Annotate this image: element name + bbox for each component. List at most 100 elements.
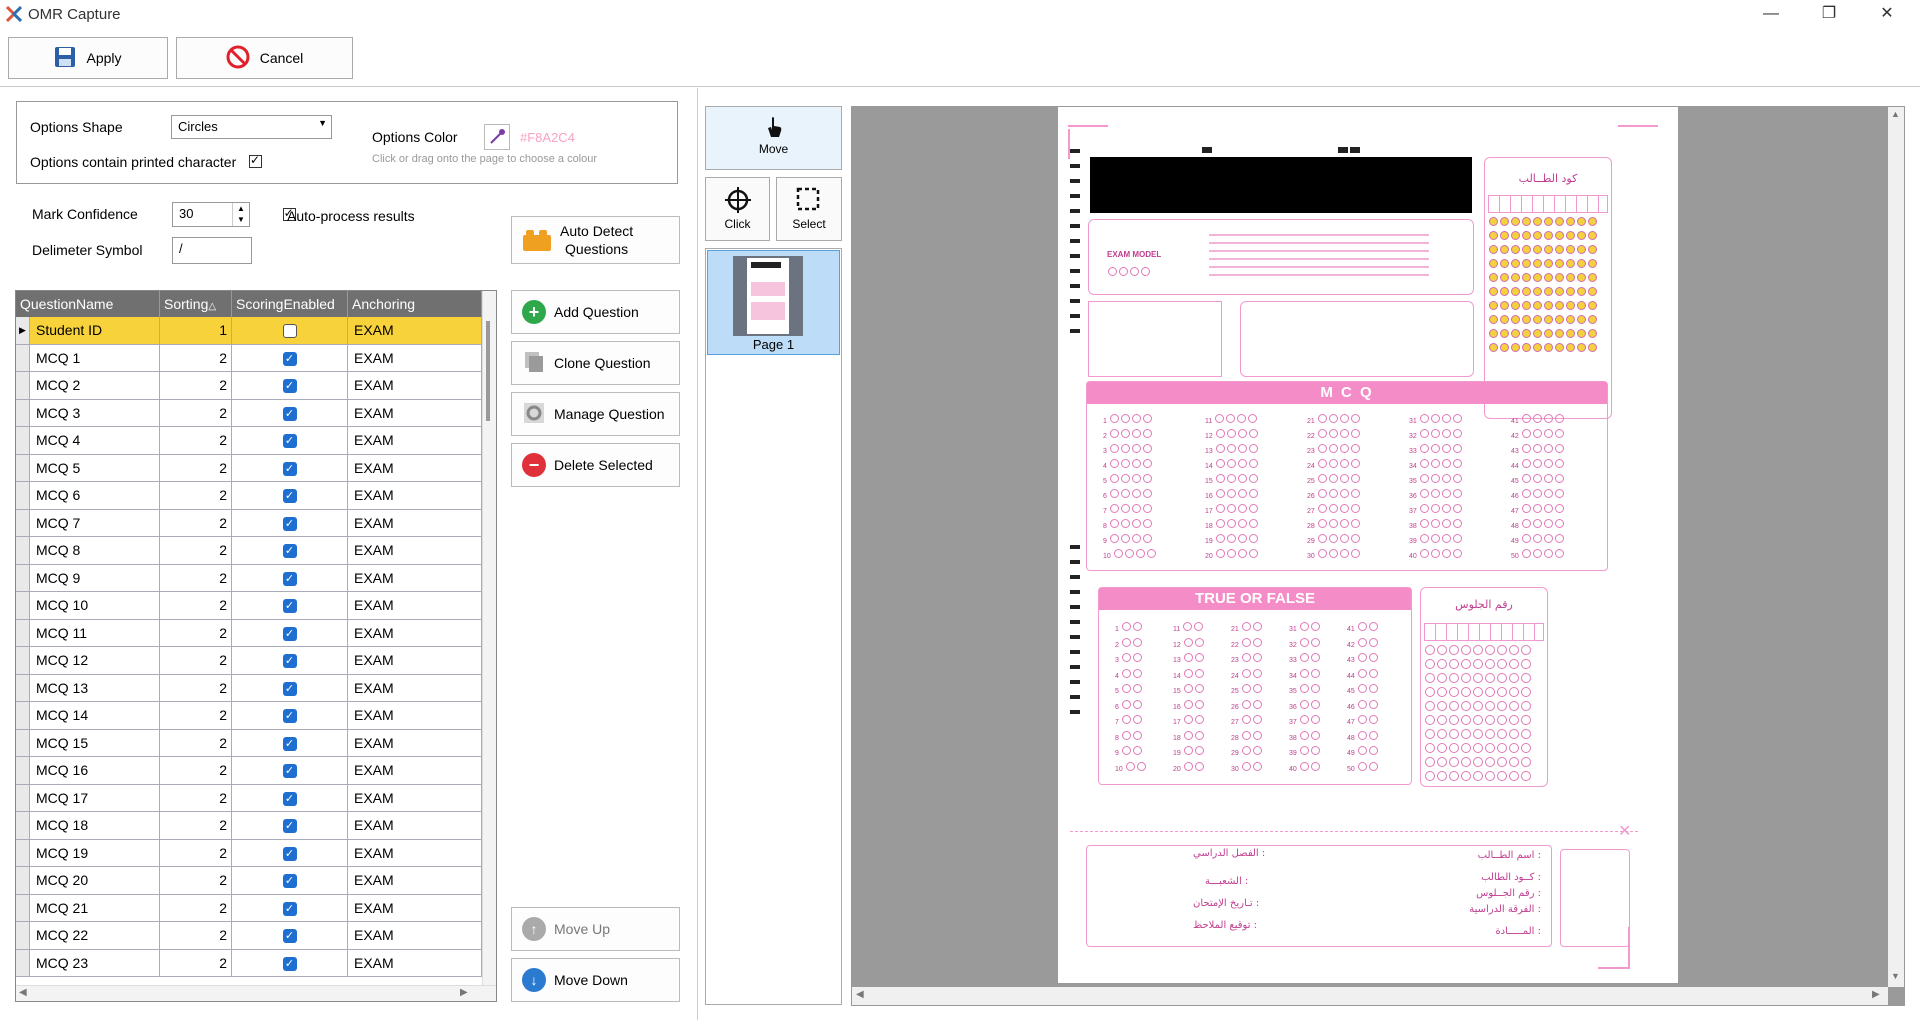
move-up-button[interactable]: ↑ Move Up bbox=[511, 907, 680, 951]
select-tool-button[interactable]: Select bbox=[776, 177, 842, 241]
cell-sorting[interactable]: 2 bbox=[160, 537, 232, 564]
viewer-horizontal-scrollbar[interactable]: ◀ ▶ bbox=[852, 987, 1888, 1005]
cell-sorting[interactable]: 2 bbox=[160, 839, 232, 866]
row-header[interactable] bbox=[16, 399, 30, 426]
row-header[interactable] bbox=[16, 372, 30, 399]
cell-sorting[interactable]: 2 bbox=[160, 344, 232, 371]
scoring-checkbox[interactable]: ✓ bbox=[282, 351, 297, 366]
row-header[interactable] bbox=[16, 427, 30, 454]
cell-anchoring[interactable]: EXAM bbox=[348, 949, 482, 976]
cell-anchoring[interactable]: EXAM bbox=[348, 922, 482, 949]
cell-sorting[interactable]: 2 bbox=[160, 592, 232, 619]
cell-anchoring[interactable]: EXAM bbox=[348, 592, 482, 619]
table-row[interactable]: MCQ 13 2 ✓ EXAM bbox=[16, 674, 482, 702]
scoring-checkbox[interactable]: ✓ bbox=[282, 516, 297, 531]
cell-question-name[interactable]: MCQ 8 bbox=[30, 537, 160, 564]
cell-question-name[interactable]: MCQ 7 bbox=[30, 509, 160, 536]
page-viewer[interactable]: EXAM MODEL كود الطــالب M C Q 1 2 3 4 5 … bbox=[851, 106, 1905, 1006]
mark-confidence-input[interactable]: 30 ▲ ▼ bbox=[172, 202, 250, 227]
scoring-checkbox[interactable]: ✓ bbox=[282, 654, 297, 669]
scroll-down-icon[interactable]: ▼ bbox=[1891, 971, 1900, 981]
cell-anchoring[interactable]: EXAM bbox=[348, 537, 482, 564]
scoring-checkbox[interactable]: ✓ bbox=[282, 929, 297, 944]
cell-scoring-enabled[interactable]: ✓ bbox=[232, 922, 348, 949]
scoring-checkbox[interactable]: ✓ bbox=[282, 846, 297, 861]
cell-scoring-enabled[interactable]: ✓ bbox=[232, 812, 348, 839]
col-questionname[interactable]: QuestionName bbox=[16, 291, 160, 317]
move-tool-button[interactable]: Move bbox=[705, 106, 842, 170]
scoring-checkbox[interactable]: ✓ bbox=[282, 571, 297, 586]
row-header[interactable]: ▶ bbox=[16, 317, 30, 344]
table-row[interactable]: MCQ 7 2 ✓ EXAM bbox=[16, 509, 482, 537]
cell-sorting[interactable]: 2 bbox=[160, 922, 232, 949]
table-row[interactable]: MCQ 12 2 ✓ EXAM bbox=[16, 647, 482, 675]
cell-scoring-enabled[interactable]: ✓ bbox=[232, 509, 348, 536]
row-header[interactable] bbox=[16, 454, 30, 481]
scroll-right-icon[interactable]: ▶ bbox=[460, 987, 468, 998]
cell-scoring-enabled[interactable]: ✓ bbox=[232, 839, 348, 866]
minimize-button[interactable]: — bbox=[1742, 0, 1800, 28]
row-header[interactable] bbox=[16, 839, 30, 866]
scoring-checkbox[interactable]: ✓ bbox=[282, 489, 297, 504]
cell-sorting[interactable]: 2 bbox=[160, 757, 232, 784]
cell-sorting[interactable]: 2 bbox=[160, 812, 232, 839]
scoring-checkbox[interactable]: ✓ bbox=[282, 956, 297, 971]
cell-anchoring[interactable]: EXAM bbox=[348, 647, 482, 674]
scroll-left-icon[interactable]: ◀ bbox=[19, 987, 27, 998]
cell-sorting[interactable]: 2 bbox=[160, 399, 232, 426]
cell-scoring-enabled[interactable]: ✓ bbox=[232, 564, 348, 591]
cell-question-name[interactable]: MCQ 6 bbox=[30, 482, 160, 509]
scoring-checkbox[interactable] bbox=[282, 324, 297, 339]
row-header[interactable] bbox=[16, 784, 30, 811]
cell-question-name[interactable]: MCQ 13 bbox=[30, 674, 160, 701]
cell-scoring-enabled[interactable]: ✓ bbox=[232, 427, 348, 454]
printed-character-checkbox[interactable] bbox=[249, 153, 262, 168]
row-header[interactable] bbox=[16, 619, 30, 646]
row-header[interactable] bbox=[16, 812, 30, 839]
table-row[interactable]: MCQ 22 2 ✓ EXAM bbox=[16, 922, 482, 950]
viewer-scroll-left-icon[interactable]: ◀ bbox=[856, 989, 864, 1000]
manage-question-button[interactable]: Manage Question bbox=[511, 392, 680, 436]
viewer-scroll-right-icon[interactable]: ▶ bbox=[1872, 989, 1880, 1000]
apply-button[interactable]: Apply bbox=[8, 37, 168, 79]
table-row[interactable]: MCQ 10 2 ✓ EXAM bbox=[16, 592, 482, 620]
col-anchoring[interactable]: Anchoring bbox=[348, 291, 482, 317]
cell-question-name[interactable]: MCQ 20 bbox=[30, 867, 160, 894]
cell-sorting[interactable]: 2 bbox=[160, 702, 232, 729]
cell-sorting[interactable]: 2 bbox=[160, 454, 232, 481]
cell-sorting[interactable]: 2 bbox=[160, 784, 232, 811]
cell-anchoring[interactable]: EXAM bbox=[348, 839, 482, 866]
cell-scoring-enabled[interactable]: ✓ bbox=[232, 894, 348, 921]
cell-anchoring[interactable]: EXAM bbox=[348, 729, 482, 756]
cell-anchoring[interactable]: EXAM bbox=[348, 399, 482, 426]
cell-scoring-enabled[interactable]: ✓ bbox=[232, 784, 348, 811]
cell-scoring-enabled[interactable]: ✓ bbox=[232, 537, 348, 564]
row-header[interactable] bbox=[16, 702, 30, 729]
cell-sorting[interactable]: 2 bbox=[160, 867, 232, 894]
close-button[interactable]: ✕ bbox=[1858, 0, 1916, 28]
cell-question-name[interactable]: MCQ 4 bbox=[30, 427, 160, 454]
cell-question-name[interactable]: MCQ 21 bbox=[30, 894, 160, 921]
scoring-checkbox[interactable]: ✓ bbox=[282, 434, 297, 449]
cell-sorting[interactable]: 2 bbox=[160, 564, 232, 591]
cell-scoring-enabled[interactable]: ✓ bbox=[232, 454, 348, 481]
cell-anchoring[interactable]: EXAM bbox=[348, 317, 482, 344]
cell-sorting[interactable]: 2 bbox=[160, 619, 232, 646]
col-scoringenabled[interactable]: ScoringEnabled bbox=[232, 291, 348, 317]
table-row[interactable]: MCQ 15 2 ✓ EXAM bbox=[16, 729, 482, 757]
vertical-scrollbar[interactable] bbox=[482, 291, 496, 985]
cell-sorting[interactable]: 2 bbox=[160, 372, 232, 399]
cell-question-name[interactable]: MCQ 9 bbox=[30, 564, 160, 591]
page-thumbnail-1[interactable]: Page 1 bbox=[707, 250, 840, 355]
cell-question-name[interactable]: MCQ 15 bbox=[30, 729, 160, 756]
table-row[interactable]: MCQ 4 2 ✓ EXAM bbox=[16, 427, 482, 455]
cell-sorting[interactable]: 2 bbox=[160, 729, 232, 756]
col-sorting[interactable]: Sorting△ bbox=[160, 291, 232, 317]
row-header[interactable] bbox=[16, 674, 30, 701]
cell-question-name[interactable]: MCQ 11 bbox=[30, 619, 160, 646]
cell-question-name[interactable]: MCQ 2 bbox=[30, 372, 160, 399]
cell-anchoring[interactable]: EXAM bbox=[348, 372, 482, 399]
scroll-thumb[interactable] bbox=[486, 321, 490, 421]
cell-anchoring[interactable]: EXAM bbox=[348, 757, 482, 784]
cell-scoring-enabled[interactable]: ✓ bbox=[232, 867, 348, 894]
